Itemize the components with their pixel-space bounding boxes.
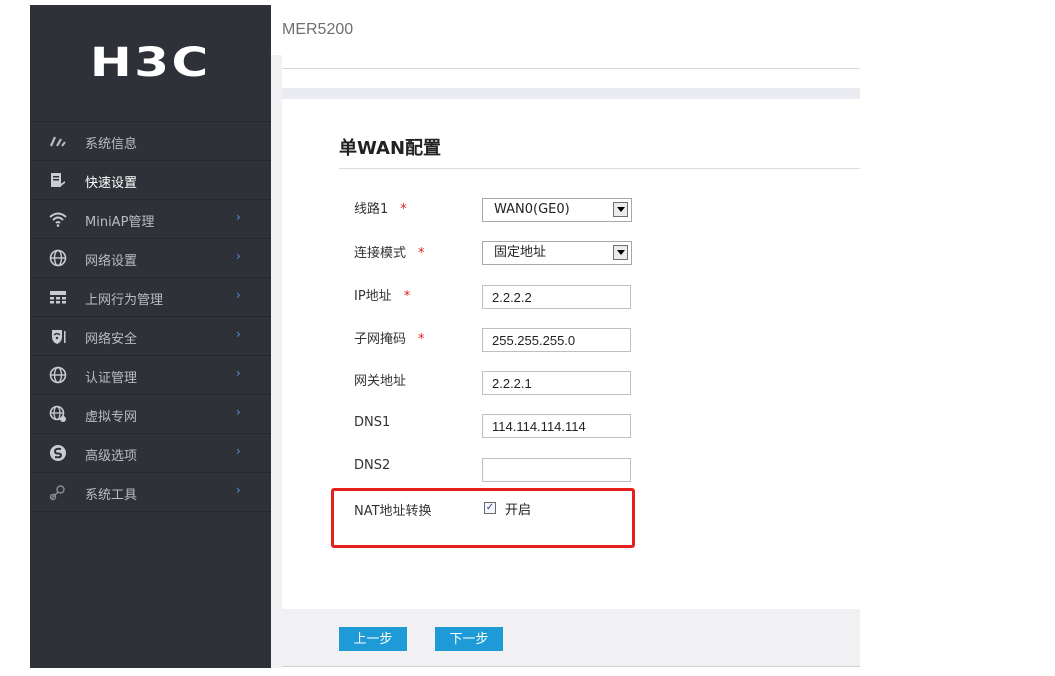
clipboard-icon bbox=[49, 171, 67, 189]
mode-label-row: 连接模式 * bbox=[354, 242, 425, 261]
advanced-icon bbox=[49, 444, 67, 462]
dns2-input[interactable] bbox=[482, 458, 631, 482]
chevron-right-icon: › bbox=[236, 366, 241, 380]
required-mark: * bbox=[400, 202, 407, 217]
required-mark: * bbox=[403, 289, 411, 304]
sidebar-menu: 系统信息 快速设置 MiniAP管理 › 网络设置 › 上网行为管理 › 网络安… bbox=[30, 121, 271, 512]
mask-label-row: 子网掩码 * bbox=[354, 328, 425, 347]
dns2-label-row: DNS2 bbox=[354, 458, 390, 473]
sidebar-item-system-info[interactable]: 系统信息 bbox=[30, 121, 271, 160]
line-label: 线路1 bbox=[354, 202, 389, 217]
mode-select[interactable]: 固定地址 bbox=[482, 241, 632, 265]
dropdown-arrow-button[interactable] bbox=[613, 245, 628, 260]
line-label-row: 线路1 * bbox=[354, 198, 407, 217]
h3c-logo: H3C bbox=[30, 5, 271, 121]
sidebar-item-label: 上网行为管理 bbox=[85, 293, 164, 308]
next-step-button[interactable]: 下一步 bbox=[435, 627, 503, 651]
gateway-input[interactable] bbox=[482, 371, 631, 395]
sidebar-item-label: 快速设置 bbox=[85, 176, 138, 191]
gateway-label: 网关地址 bbox=[354, 374, 407, 389]
footer-divider bbox=[282, 666, 860, 667]
chevron-right-icon: › bbox=[236, 249, 241, 263]
globe-icon bbox=[49, 249, 67, 267]
ip-input[interactable] bbox=[482, 285, 631, 309]
ip-label-row: IP地址 * bbox=[354, 285, 410, 304]
sidebar-item-network-security[interactable]: 网络安全 › bbox=[30, 316, 271, 355]
sidebar-item-quick-setup[interactable]: 快速设置 bbox=[30, 160, 271, 199]
chevron-right-icon: › bbox=[236, 405, 241, 419]
chevron-right-icon: › bbox=[236, 444, 241, 458]
header-divider bbox=[282, 68, 860, 69]
content-left-strip bbox=[271, 55, 282, 668]
network-behavior-icon bbox=[49, 288, 67, 306]
panel-title: 单WAN配置 bbox=[339, 138, 442, 159]
sidebar-item-system-tools[interactable]: 系统工具 › bbox=[30, 472, 271, 512]
sidebar-item-label: 系统工具 bbox=[85, 488, 138, 503]
triangle-down-icon bbox=[616, 250, 625, 255]
dns2-label: DNS2 bbox=[354, 458, 391, 473]
chevron-right-icon: › bbox=[236, 288, 241, 302]
dns1-label: DNS1 bbox=[354, 415, 391, 430]
mode-label: 连接模式 bbox=[354, 246, 407, 261]
prev-step-button[interactable]: 上一步 bbox=[339, 627, 407, 651]
line-select[interactable]: WAN0(GE0) bbox=[482, 198, 632, 222]
panel-title-divider bbox=[339, 168, 860, 169]
globe-icon bbox=[49, 366, 67, 384]
sidebar-item-label: 虚拟专网 bbox=[85, 410, 138, 425]
mask-label: 子网掩码 bbox=[354, 332, 407, 347]
device-model-title: MER5200 bbox=[282, 21, 354, 38]
chevron-right-icon: › bbox=[236, 327, 241, 341]
dropdown-arrow-button[interactable] bbox=[613, 202, 628, 217]
sidebar-item-label: 高级选项 bbox=[85, 449, 138, 464]
sidebar-item-label: 认证管理 bbox=[85, 371, 138, 386]
mode-select-value: 固定地址 bbox=[494, 245, 547, 260]
content-top-band bbox=[282, 88, 860, 99]
wifi-icon bbox=[49, 210, 67, 228]
chevron-right-icon: › bbox=[236, 210, 241, 224]
sidebar-item-label: MiniAP管理 bbox=[85, 215, 155, 230]
sidebar-item-label: 系统信息 bbox=[85, 137, 138, 152]
required-mark: * bbox=[418, 332, 425, 347]
shield-icon bbox=[49, 327, 67, 345]
sidebar-item-vpn[interactable]: 虚拟专网 › bbox=[30, 394, 271, 433]
sidebar-item-network-settings[interactable]: 网络设置 › bbox=[30, 238, 271, 277]
vpn-globe-icon bbox=[49, 405, 67, 423]
gateway-label-row: 网关地址 bbox=[354, 370, 406, 389]
ip-label: IP地址 bbox=[354, 289, 392, 304]
sidebar-item-label: 网络安全 bbox=[85, 332, 138, 347]
sidebar-item-miniap[interactable]: MiniAP管理 › bbox=[30, 199, 271, 238]
dns1-label-row: DNS1 bbox=[354, 415, 390, 430]
dns1-input[interactable] bbox=[482, 414, 631, 438]
sidebar-item-label: 网络设置 bbox=[85, 254, 138, 269]
required-mark: * bbox=[418, 246, 425, 261]
chevron-right-icon: › bbox=[236, 483, 241, 497]
sidebar-item-advanced[interactable]: 高级选项 › bbox=[30, 433, 271, 472]
mask-input[interactable] bbox=[482, 328, 631, 352]
sidebar: H3C 系统信息 快速设置 MiniAP管理 › 网络设置 › 上网行为管理 ›… bbox=[30, 5, 271, 668]
highlight-annotation-box bbox=[331, 488, 635, 548]
logo-text: H3C bbox=[90, 40, 211, 86]
gauge-icon bbox=[49, 132, 67, 150]
line-select-value: WAN0(GE0) bbox=[494, 202, 570, 217]
triangle-down-icon bbox=[616, 207, 625, 212]
sidebar-item-auth-management[interactable]: 认证管理 › bbox=[30, 355, 271, 394]
tools-icon bbox=[49, 483, 67, 501]
sidebar-item-behavior-management[interactable]: 上网行为管理 › bbox=[30, 277, 271, 316]
